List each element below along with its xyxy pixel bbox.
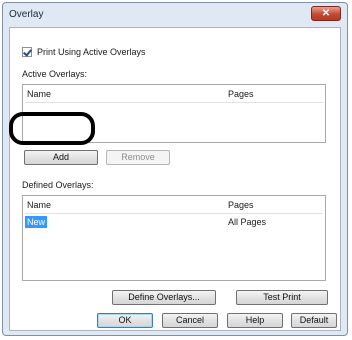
remove-button[interactable]: Remove — [106, 150, 170, 165]
close-icon: ✕ — [321, 8, 331, 19]
column-header-name[interactable]: Name — [27, 89, 51, 99]
define-overlays-button[interactable]: Define Overlays... — [112, 290, 216, 305]
ok-button-label: OK — [118, 315, 132, 325]
cancel-button[interactable]: Cancel — [162, 313, 218, 328]
active-overlays-label: Active Overlays: — [22, 69, 88, 79]
header-divider — [25, 102, 323, 103]
add-button-label: Add — [52, 152, 69, 162]
defined-overlays-label: Defined Overlays: — [22, 180, 94, 190]
test-print-button[interactable]: Test Print — [236, 290, 328, 305]
help-button-label: Help — [245, 315, 265, 325]
test-print-button-label: Test Print — [263, 292, 301, 302]
add-button[interactable]: Add — [24, 150, 98, 165]
cancel-button-label: Cancel — [175, 315, 204, 325]
add-button-highlight-ring — [9, 112, 95, 145]
overlay-pages[interactable]: All Pages — [228, 217, 266, 227]
print-using-active-overlays-checkbox[interactable] — [22, 47, 32, 57]
remove-button-label: Remove — [121, 152, 155, 162]
overlay-name[interactable]: New — [25, 216, 48, 228]
print-using-active-overlays-label[interactable]: Print Using Active Overlays — [37, 47, 146, 57]
column-header-pages[interactable]: Pages — [228, 200, 254, 210]
defined-overlays-list[interactable]: Name Pages New All Pages — [22, 195, 326, 281]
column-header-name[interactable]: Name — [27, 200, 51, 210]
default-button[interactable]: Default — [291, 313, 337, 328]
dialog-body: Print Using Active Overlays Active Overl… — [9, 27, 341, 331]
ok-button[interactable]: OK — [97, 313, 153, 328]
define-overlays-button-label: Define Overlays... — [128, 292, 200, 302]
column-header-pages[interactable]: Pages — [228, 89, 254, 99]
window-title: Overlay — [9, 9, 44, 20]
header-divider — [25, 213, 323, 214]
default-button-label: Default — [299, 315, 329, 325]
help-button[interactable]: Help — [227, 313, 283, 328]
title-bar: Overlay ✕ — [3, 3, 347, 25]
close-button[interactable]: ✕ — [311, 6, 341, 21]
overlay-dialog: Overlay ✕ Print Using Active Overlays Ac… — [2, 2, 348, 336]
